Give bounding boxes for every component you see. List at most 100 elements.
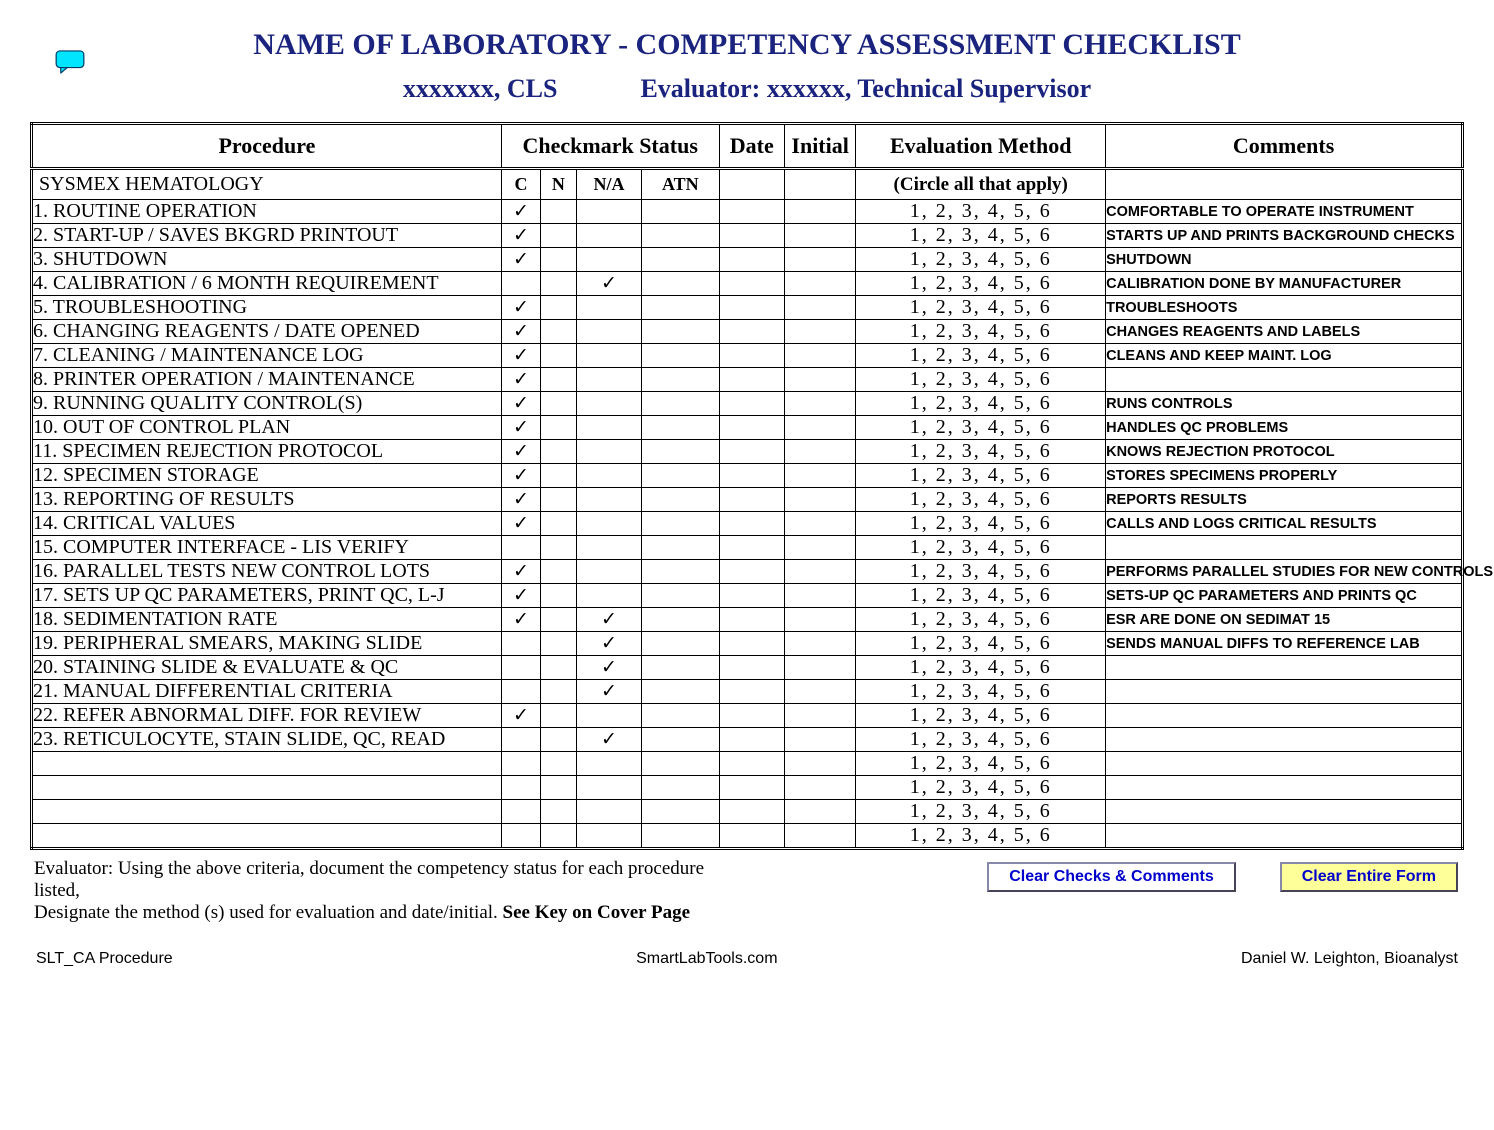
check-n[interactable] [541,272,577,296]
check-c[interactable]: ✓ [501,248,540,272]
check-atn[interactable] [642,320,719,344]
evaluation-cell[interactable]: 1, 2, 3, 4, 5, 6 [856,608,1106,632]
initial-cell[interactable] [784,560,855,584]
date-cell[interactable] [719,632,784,656]
date-cell[interactable] [719,320,784,344]
check-atn[interactable] [642,584,719,608]
check-atn[interactable] [642,776,719,800]
initial-cell[interactable] [784,584,855,608]
evaluation-cell[interactable]: 1, 2, 3, 4, 5, 6 [856,656,1106,680]
check-atn[interactable] [642,536,719,560]
date-cell[interactable] [719,824,784,849]
check-c[interactable] [501,752,540,776]
evaluation-cell[interactable]: 1, 2, 3, 4, 5, 6 [856,680,1106,704]
comment-cell[interactable] [1106,728,1463,752]
check-atn[interactable] [642,488,719,512]
check-na[interactable] [576,704,641,728]
comment-cell[interactable]: CLEANS AND KEEP MAINT. LOG [1106,344,1463,368]
check-na[interactable] [576,536,641,560]
procedure-cell[interactable]: 8. PRINTER OPERATION / MAINTENANCE [32,368,502,392]
initial-cell[interactable] [784,728,855,752]
check-n[interactable] [541,392,577,416]
evaluation-cell[interactable]: 1, 2, 3, 4, 5, 6 [856,296,1106,320]
initial-cell[interactable] [784,272,855,296]
check-c[interactable] [501,656,540,680]
evaluation-cell[interactable]: 1, 2, 3, 4, 5, 6 [856,800,1106,824]
date-cell[interactable] [719,752,784,776]
check-c[interactable]: ✓ [501,704,540,728]
check-n[interactable] [541,608,577,632]
comment-bubble-icon[interactable] [55,50,85,74]
initial-cell[interactable] [784,320,855,344]
check-n[interactable] [541,536,577,560]
initial-cell[interactable] [784,752,855,776]
check-c[interactable] [501,800,540,824]
date-cell[interactable] [719,584,784,608]
check-c[interactable] [501,632,540,656]
date-cell[interactable] [719,272,784,296]
check-n[interactable] [541,416,577,440]
check-c[interactable]: ✓ [501,608,540,632]
date-cell[interactable] [719,512,784,536]
check-na[interactable] [576,416,641,440]
check-na[interactable] [576,776,641,800]
procedure-cell[interactable]: 3. SHUTDOWN [32,248,502,272]
comment-cell[interactable]: SETS-UP QC PARAMETERS AND PRINTS QC [1106,584,1463,608]
date-cell[interactable] [719,488,784,512]
date-cell[interactable] [719,200,784,224]
check-n[interactable] [541,224,577,248]
procedure-cell[interactable]: 12. SPECIMEN STORAGE [32,464,502,488]
evaluation-cell[interactable]: 1, 2, 3, 4, 5, 6 [856,440,1106,464]
check-n[interactable] [541,200,577,224]
comment-cell[interactable] [1106,704,1463,728]
comment-cell[interactable] [1106,368,1463,392]
check-c[interactable]: ✓ [501,560,540,584]
procedure-cell[interactable] [32,752,502,776]
evaluation-cell[interactable]: 1, 2, 3, 4, 5, 6 [856,200,1106,224]
date-cell[interactable] [719,800,784,824]
date-cell[interactable] [719,416,784,440]
evaluation-cell[interactable]: 1, 2, 3, 4, 5, 6 [856,368,1106,392]
comment-cell[interactable]: SHUTDOWN [1106,248,1463,272]
check-atn[interactable] [642,728,719,752]
procedure-cell[interactable]: 19. PERIPHERAL SMEARS, MAKING SLIDE [32,632,502,656]
check-c[interactable]: ✓ [501,584,540,608]
comment-cell[interactable]: ESR ARE DONE ON SEDIMAT 15 [1106,608,1463,632]
check-n[interactable] [541,344,577,368]
check-atn[interactable] [642,248,719,272]
evaluation-cell[interactable]: 1, 2, 3, 4, 5, 6 [856,272,1106,296]
procedure-cell[interactable]: 21. MANUAL DIFFERENTIAL CRITERIA [32,680,502,704]
check-na[interactable] [576,560,641,584]
check-na[interactable] [576,488,641,512]
evaluation-cell[interactable]: 1, 2, 3, 4, 5, 6 [856,632,1106,656]
check-c[interactable]: ✓ [501,512,540,536]
procedure-cell[interactable]: 2. START-UP / SAVES BKGRD PRINTOUT [32,224,502,248]
check-n[interactable] [541,680,577,704]
date-cell[interactable] [719,296,784,320]
initial-cell[interactable] [784,704,855,728]
comment-cell[interactable]: COMFORTABLE TO OPERATE INSTRUMENT [1106,200,1463,224]
check-atn[interactable] [642,800,719,824]
check-na[interactable] [576,440,641,464]
date-cell[interactable] [719,344,784,368]
procedure-cell[interactable]: 10. OUT OF CONTROL PLAN [32,416,502,440]
date-cell[interactable] [719,392,784,416]
procedure-cell[interactable]: 16. PARALLEL TESTS NEW CONTROL LOTS [32,560,502,584]
date-cell[interactable] [719,656,784,680]
check-atn[interactable] [642,272,719,296]
procedure-cell[interactable]: 14. CRITICAL VALUES [32,512,502,536]
check-n[interactable] [541,296,577,320]
date-cell[interactable] [719,608,784,632]
comment-cell[interactable]: TROUBLESHOOTS [1106,296,1463,320]
check-na[interactable] [576,800,641,824]
evaluation-cell[interactable]: 1, 2, 3, 4, 5, 6 [856,224,1106,248]
evaluation-cell[interactable]: 1, 2, 3, 4, 5, 6 [856,704,1106,728]
comment-cell[interactable] [1106,680,1463,704]
check-na[interactable]: ✓ [576,728,641,752]
initial-cell[interactable] [784,488,855,512]
procedure-cell[interactable]: 6. CHANGING REAGENTS / DATE OPENED [32,320,502,344]
evaluation-cell[interactable]: 1, 2, 3, 4, 5, 6 [856,416,1106,440]
initial-cell[interactable] [784,608,855,632]
evaluation-cell[interactable]: 1, 2, 3, 4, 5, 6 [856,512,1106,536]
clear-form-button[interactable]: Clear Entire Form [1280,862,1458,892]
